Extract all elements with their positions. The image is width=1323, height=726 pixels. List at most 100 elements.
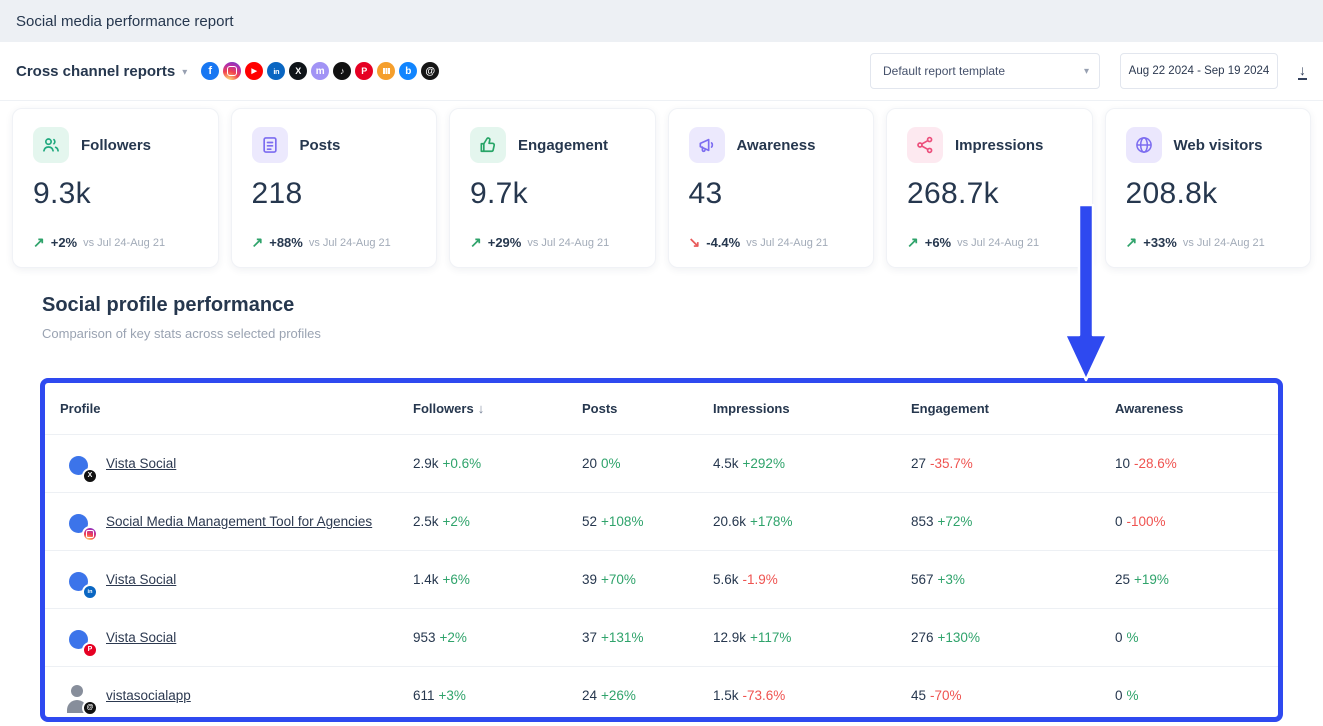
stat-value: 268.7k — [907, 177, 1072, 211]
engagement-value: 276 — [911, 630, 934, 645]
profile-link[interactable]: Social Media Management Tool for Agencie… — [106, 514, 372, 529]
awareness-icon — [689, 127, 725, 163]
posts-value: 39 — [582, 572, 597, 587]
sort-descending-icon[interactable]: ↓ — [478, 401, 485, 416]
instagram-icon[interactable] — [223, 62, 241, 80]
impressions-change: +178% — [750, 514, 792, 529]
toolbar-right: Default report template ▾ Aug 22 2024 - … — [870, 53, 1307, 89]
impressions-value: 5.6k — [713, 572, 739, 587]
profile-link[interactable]: Vista Social — [106, 456, 176, 471]
followers-change: +0.6% — [443, 456, 482, 471]
awareness-change: % — [1127, 688, 1139, 703]
profile-link[interactable]: Vista Social — [106, 630, 176, 645]
engagement-icon — [470, 127, 506, 163]
stat-change: +88% — [269, 235, 303, 250]
col-posts[interactable]: Posts — [582, 401, 713, 416]
col-awareness[interactable]: Awareness — [1115, 401, 1263, 416]
col-engagement[interactable]: Engagement — [911, 401, 1115, 416]
google-business-icon[interactable] — [377, 62, 395, 80]
engagement-value: 853 — [911, 514, 934, 529]
stat-value: 43 — [689, 177, 854, 211]
stat-card-awareness: Awareness 43 ↘ -4.4% vs Jul 24-Aug 21 — [668, 108, 875, 268]
posts-change: +26% — [601, 688, 636, 703]
web-visitors-icon — [1126, 127, 1162, 163]
stat-compare-period: vs Jul 24-Aug 21 — [957, 237, 1039, 249]
chevron-down-icon: ▾ — [182, 67, 187, 78]
date-range-picker[interactable]: Aug 22 2024 - Sep 19 2024 — [1120, 53, 1278, 89]
col-label: Profile — [60, 401, 100, 416]
awareness-value: 10 — [1115, 456, 1130, 471]
stat-compare-period: vs Jul 24-Aug 21 — [746, 237, 828, 249]
followers-value: 1.4k — [413, 572, 439, 587]
stat-card-web-visitors: Web visitors 208.8k ↗ +33% vs Jul 24-Aug… — [1105, 108, 1312, 268]
stat-label: Followers — [81, 137, 151, 154]
posts-icon — [252, 127, 288, 163]
awareness-value: 0 — [1115, 514, 1123, 529]
engagement-change: -70% — [930, 688, 962, 703]
pinterest-icon[interactable] — [355, 62, 373, 80]
followers-change: +3% — [439, 688, 466, 703]
trend-arrow-icon: ↘ — [689, 234, 701, 251]
report-type-dropdown[interactable]: Cross channel reports ▾ — [16, 63, 195, 80]
stat-label: Awareness — [737, 137, 816, 154]
profile-link[interactable]: vistasocialapp — [106, 688, 191, 703]
toolbar: Cross channel reports ▾ Default report t… — [0, 42, 1323, 100]
engagement-value: 567 — [911, 572, 934, 587]
posts-change: +131% — [601, 630, 643, 645]
page: Social media performance report Cross ch… — [0, 0, 1323, 726]
profile-avatar — [60, 563, 94, 597]
bluesky-icon[interactable] — [399, 62, 417, 80]
followers-value: 2.5k — [413, 514, 439, 529]
report-template-select[interactable]: Default report template ▾ — [870, 53, 1100, 89]
stat-cards: Followers 9.3k ↗ +2% vs Jul 24-Aug 21 Po… — [0, 100, 1323, 268]
awareness-change: -28.6% — [1134, 456, 1177, 471]
awareness-value: 0 — [1115, 688, 1123, 703]
threads-icon[interactable] — [421, 62, 439, 80]
stat-label: Web visitors — [1174, 137, 1263, 154]
top-bar: Social media performance report — [0, 0, 1323, 42]
network-badge-icon — [82, 526, 98, 542]
profile-avatar — [60, 447, 94, 481]
stat-value: 208.8k — [1126, 177, 1291, 211]
stat-change: +29% — [488, 235, 522, 250]
impressions-icon — [907, 127, 943, 163]
stat-card-engagement: Engagement 9.7k ↗ +29% vs Jul 24-Aug 21 — [449, 108, 656, 268]
stat-card-impressions: Impressions 268.7k ↗ +6% vs Jul 24-Aug 2… — [886, 108, 1093, 268]
col-profile[interactable]: Profile — [60, 401, 413, 416]
col-impressions[interactable]: Impressions — [713, 401, 911, 416]
section-subtitle: Comparison of key stats across selected … — [42, 326, 1323, 341]
mastodon-icon[interactable] — [311, 62, 329, 80]
impressions-value: 12.9k — [713, 630, 746, 645]
facebook-icon[interactable] — [201, 62, 219, 80]
stat-label: Engagement — [518, 137, 608, 154]
tiktok-icon[interactable] — [333, 62, 351, 80]
youtube-icon[interactable] — [245, 62, 263, 80]
stat-change: +2% — [51, 235, 77, 250]
stat-value: 9.7k — [470, 177, 635, 211]
page-title: Social media performance report — [16, 13, 234, 30]
stat-change: -4.4% — [706, 235, 740, 250]
col-label: Engagement — [911, 401, 989, 416]
stat-compare-period: vs Jul 24-Aug 21 — [309, 237, 391, 249]
engagement-change: -35.7% — [930, 456, 973, 471]
table-row: Vista Social 1.4k+6% 39+70% 5.6k-1.9% 56… — [45, 551, 1278, 609]
awareness-change: % — [1127, 630, 1139, 645]
col-label: Awareness — [1115, 401, 1183, 416]
table-row: Vista Social 953+2% 37+131% 12.9k+117% 2… — [45, 609, 1278, 667]
date-range-value: Aug 22 2024 - Sep 19 2024 — [1129, 65, 1270, 77]
impressions-change: +292% — [743, 456, 785, 471]
col-label: Followers — [413, 401, 474, 416]
stat-label: Impressions — [955, 137, 1043, 154]
stat-value: 9.3k — [33, 177, 198, 211]
download-icon[interactable]: ↓ — [1298, 63, 1307, 80]
posts-value: 20 — [582, 456, 597, 471]
engagement-value: 27 — [911, 456, 926, 471]
linkedin-icon[interactable] — [267, 62, 285, 80]
network-filter-bar — [201, 62, 439, 80]
x-twitter-icon[interactable] — [289, 62, 307, 80]
col-followers[interactable]: Followers ↓ — [413, 401, 582, 416]
profile-link[interactable]: Vista Social — [106, 572, 176, 587]
followers-value: 953 — [413, 630, 436, 645]
impressions-value: 4.5k — [713, 456, 739, 471]
impressions-value: 20.6k — [713, 514, 746, 529]
